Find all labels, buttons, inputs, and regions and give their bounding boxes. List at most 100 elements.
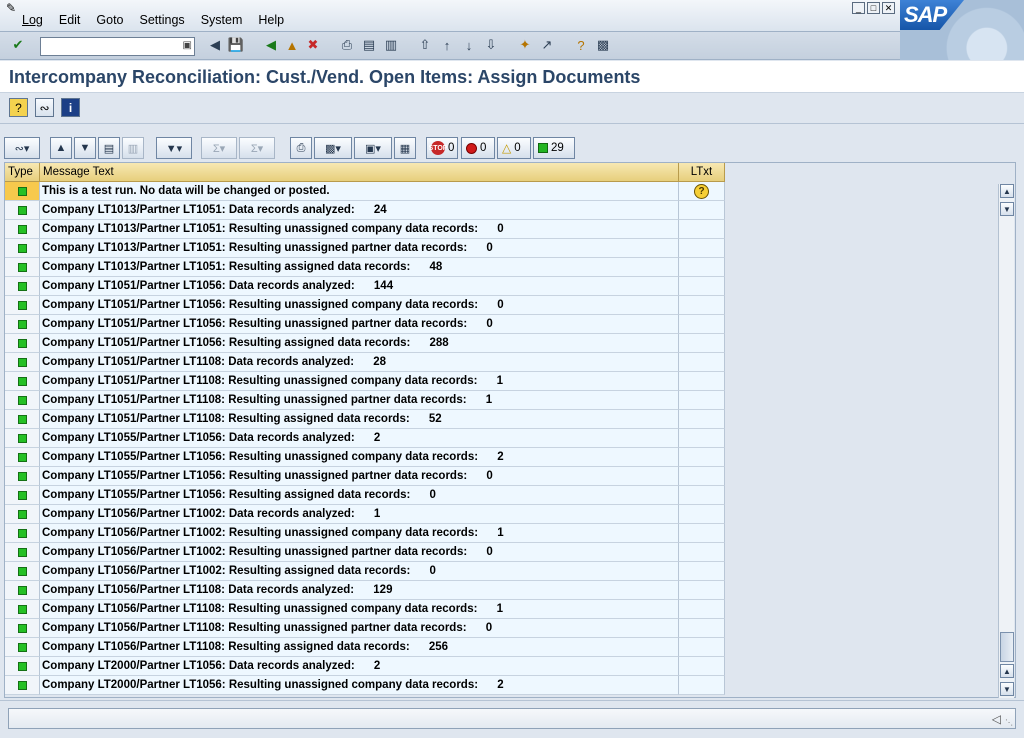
- export-button[interactable]: ▣▾: [354, 137, 392, 159]
- table-row[interactable]: Company LT1056/Partner LT1108: Data reco…: [5, 581, 725, 600]
- table-row[interactable]: Company LT1056/Partner LT1002: Data reco…: [5, 505, 725, 524]
- long-text-help-icon[interactable]: ?: [694, 183, 709, 199]
- table-row[interactable]: Company LT1055/Partner LT1056: Resulting…: [5, 486, 725, 505]
- table-row[interactable]: Company LT1056/Partner LT1108: Resulting…: [5, 638, 725, 657]
- table-row[interactable]: Company LT1055/Partner LT1056: Data reco…: [5, 429, 725, 448]
- help-icon[interactable]: ?: [572, 36, 590, 54]
- table-row[interactable]: Company LT1013/Partner LT1051: Data reco…: [5, 201, 725, 220]
- find-next-icon[interactable]: ▥: [382, 36, 400, 54]
- scrollbar-thumb[interactable]: [1000, 632, 1014, 662]
- status-success-icon: [17, 661, 27, 671]
- table-row[interactable]: Company LT1051/Partner LT1108: Data reco…: [5, 353, 725, 372]
- back-icon[interactable]: ◀: [262, 36, 280, 54]
- table-row[interactable]: Company LT1055/Partner LT1056: Resulting…: [5, 448, 725, 467]
- row-ltxt-cell: [679, 676, 725, 695]
- table-row[interactable]: Company LT1051/Partner LT1108: Resulting…: [5, 372, 725, 391]
- row-message-text: Company LT1056/Partner LT1108: Resulting…: [40, 600, 679, 619]
- table-row[interactable]: Company LT1013/Partner LT1051: Resulting…: [5, 258, 725, 277]
- find-icon[interactable]: ▤: [98, 137, 120, 159]
- row-ltxt-cell: [679, 353, 725, 372]
- create-session-icon[interactable]: ✦: [516, 36, 534, 54]
- restore-icon[interactable]: □: [867, 2, 880, 14]
- row-ltxt-cell[interactable]: ?: [679, 182, 725, 201]
- table-row[interactable]: Company LT2000/Partner LT1056: Resulting…: [5, 676, 725, 695]
- first-page-icon[interactable]: ⇧: [416, 36, 434, 54]
- column-message-text[interactable]: Message Text: [40, 163, 679, 182]
- table-row[interactable]: Company LT1051/Partner LT1108: Resulting…: [5, 410, 725, 429]
- column-type[interactable]: Type: [5, 163, 40, 182]
- resize-grip-icon[interactable]: ⋱: [1005, 718, 1013, 727]
- table-row[interactable]: This is a test run. No data will be chan…: [5, 182, 725, 201]
- close-icon[interactable]: ✕: [882, 2, 895, 14]
- scroll-down-icon[interactable]: ▼: [1000, 682, 1014, 696]
- table-row[interactable]: Company LT1056/Partner LT1108: Resulting…: [5, 619, 725, 638]
- expand-left-icon[interactable]: ◀: [206, 36, 224, 54]
- row-ltxt-cell: [679, 562, 725, 581]
- menu-goto[interactable]: Goto: [88, 13, 131, 27]
- table-row[interactable]: Company LT1056/Partner LT1002: Resulting…: [5, 524, 725, 543]
- command-input[interactable]: [41, 38, 179, 55]
- table-row[interactable]: Company LT1051/Partner LT1056: Resulting…: [5, 296, 725, 315]
- table-row[interactable]: Company LT1055/Partner LT1056: Resulting…: [5, 467, 725, 486]
- cancel-icon[interactable]: ✖: [304, 36, 322, 54]
- print-icon[interactable]: ⎙: [338, 36, 356, 54]
- views-button[interactable]: ▩▾: [314, 137, 352, 159]
- error-counter[interactable]: 0: [461, 137, 495, 159]
- minimize-icon[interactable]: _: [852, 2, 865, 14]
- menu-settings[interactable]: Settings: [132, 13, 193, 27]
- sort-ascending-icon[interactable]: ▲: [50, 137, 72, 159]
- filter-button[interactable]: ▼▾: [156, 137, 192, 159]
- table-row[interactable]: Company LT1051/Partner LT1108: Resulting…: [5, 391, 725, 410]
- table-row[interactable]: Company LT2000/Partner LT1056: Data reco…: [5, 657, 725, 676]
- status-success-icon: [17, 319, 27, 329]
- create-shortcut-icon[interactable]: ↗: [538, 36, 556, 54]
- find-icon[interactable]: ▤: [360, 36, 378, 54]
- command-field[interactable]: ▣: [40, 37, 195, 56]
- menu-help[interactable]: Help: [250, 13, 292, 27]
- warning-counter[interactable]: △ 0: [497, 137, 531, 159]
- layout-menu-icon[interactable]: ▩: [594, 36, 612, 54]
- enter-icon[interactable]: ✔: [9, 36, 27, 54]
- row-ltxt-cell: [679, 296, 725, 315]
- info-icon[interactable]: i: [61, 98, 80, 117]
- table-row[interactable]: Company LT1056/Partner LT1002: Resulting…: [5, 562, 725, 581]
- row-type-cell: [5, 543, 40, 562]
- table-row[interactable]: Company LT1051/Partner LT1056: Data reco…: [5, 277, 725, 296]
- menu-system[interactable]: System: [193, 13, 251, 27]
- table-row[interactable]: Company LT1056/Partner LT1108: Resulting…: [5, 600, 725, 619]
- stop-counter[interactable]: STOP 0: [426, 137, 458, 159]
- table-row[interactable]: Company LT1013/Partner LT1051: Resulting…: [5, 220, 725, 239]
- print-preview-icon[interactable]: ⎙: [290, 137, 312, 159]
- detail-button[interactable]: ∾▾: [4, 137, 40, 159]
- row-ltxt-cell: [679, 524, 725, 543]
- column-ltxt[interactable]: LTxt: [679, 163, 725, 182]
- status-warning-icon: [17, 186, 27, 196]
- scroll-page-down-icon[interactable]: ▼: [1000, 202, 1014, 216]
- next-page-icon[interactable]: ↓: [460, 36, 478, 54]
- table-row[interactable]: Company LT1056/Partner LT1002: Resulting…: [5, 543, 725, 562]
- sort-descending-icon[interactable]: ▼: [74, 137, 96, 159]
- command-history-icon[interactable]: ▣: [183, 40, 192, 51]
- menu-edit[interactable]: Edit: [51, 13, 89, 27]
- scroll-top-icon[interactable]: ▲: [1000, 184, 1014, 198]
- table-row[interactable]: Company LT1013/Partner LT1051: Resulting…: [5, 239, 725, 258]
- vertical-scrollbar[interactable]: ▲ ▼ ▲ ▼: [998, 184, 1014, 698]
- status-toggle-icon[interactable]: ◁: [992, 712, 1001, 726]
- table-row[interactable]: Company LT1051/Partner LT1056: Resulting…: [5, 315, 725, 334]
- previous-page-icon[interactable]: ↑: [438, 36, 456, 54]
- save-icon[interactable]: 💾: [227, 36, 245, 54]
- scroll-up-icon[interactable]: ▲: [1000, 664, 1014, 678]
- last-page-icon[interactable]: ⇩: [482, 36, 500, 54]
- layout-icon[interactable]: ▦: [394, 137, 416, 159]
- row-message-text: Company LT1055/Partner LT1056: Resulting…: [40, 486, 679, 505]
- status-success-icon: [17, 490, 27, 500]
- help-icon[interactable]: ?: [9, 98, 28, 117]
- technical-info-icon[interactable]: ∾: [35, 98, 54, 117]
- success-counter[interactable]: 29: [533, 137, 575, 159]
- row-ltxt-cell: [679, 334, 725, 353]
- menu-log[interactable]: Log: [14, 13, 51, 27]
- row-type-cell: [5, 315, 40, 334]
- error-icon: [466, 142, 477, 154]
- table-row[interactable]: Company LT1051/Partner LT1056: Resulting…: [5, 334, 725, 353]
- exit-icon[interactable]: ▲: [283, 36, 301, 54]
